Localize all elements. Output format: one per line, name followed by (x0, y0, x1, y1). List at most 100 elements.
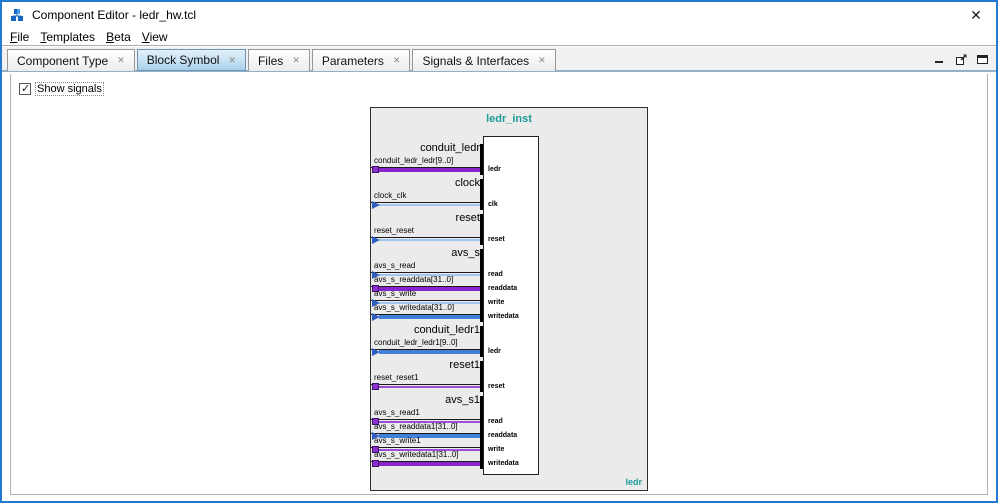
signal-underline (371, 272, 483, 273)
maximize-icon (976, 54, 988, 64)
input-arrow-icon (372, 201, 380, 209)
signal-wire-reset-reset1 (379, 386, 483, 388)
signal-label-avs-s-readdata1-31-0: avs_s_readdata1[31..0] (374, 422, 458, 431)
interface-port-bar (480, 396, 483, 469)
signal-label-avs-s-writedata1-31-0: avs_s_writedata1[31..0] (374, 450, 459, 459)
port-label-read: read (488, 271, 503, 278)
port-label-clk: clk (488, 201, 498, 208)
interface-heading-clock: clock (454, 177, 480, 189)
menu-item-file[interactable]: File (7, 29, 32, 45)
signal-label-avs-s-read: avs_s_read (374, 261, 416, 270)
tab-close-icon[interactable]: ✕ (228, 55, 236, 65)
signal-label-clock-clk: clock_clk (374, 191, 407, 200)
tab-signals-interfaces[interactable]: Signals & Interfaces ✕ (412, 49, 556, 71)
input-arrow-icon (372, 348, 380, 356)
signal-underline (371, 384, 483, 385)
title-bar: Component Editor - ledr_hw.tcl ✕ (2, 2, 996, 28)
signal-label-reset-reset1: reset_reset1 (374, 373, 419, 382)
port-label-write: write (488, 299, 505, 306)
interface-heading-avs-s1: avs_s1 (445, 394, 480, 406)
checkmark-icon: ✓ (21, 83, 31, 95)
float-window-button[interactable] (954, 52, 968, 66)
signal-underline (371, 300, 483, 301)
port-label-ledr: ledr (488, 166, 501, 173)
input-arrow-icon (372, 313, 380, 321)
output-arrow-icon (372, 166, 379, 173)
tab-label: Signals & Interfaces (422, 53, 530, 68)
show-signals-checkbox[interactable]: ✓ (19, 83, 31, 95)
interface-port-bar (480, 326, 483, 357)
port-label-ledr: ledr (488, 348, 501, 355)
interface-port-bar (480, 144, 483, 175)
tab-close-icon[interactable]: ✕ (292, 56, 300, 65)
minimize-icon (935, 61, 943, 63)
port-label-readdata: readdata (488, 285, 518, 292)
tab-label: Block Symbol (146, 53, 220, 67)
float-window-icon (955, 54, 966, 65)
menu-item-beta[interactable]: Beta (103, 29, 134, 45)
output-arrow-icon (372, 460, 379, 467)
signal-label-avs-s-write: avs_s_write (374, 289, 417, 298)
signal-wire-conduit-ledr-ledr-9-0 (379, 168, 483, 172)
input-arrow-icon (372, 236, 380, 244)
show-signals-control: ✓ Show signals (19, 82, 104, 96)
window-title: Component Editor - ledr_hw.tcl (32, 8, 197, 22)
interface-heading-conduit-ledr1: conduit_ledr1 (413, 324, 480, 336)
interface-heading-reset1: reset1 (449, 359, 480, 371)
port-label-writedata: writedata (488, 313, 519, 320)
signal-wire-reset-reset (379, 239, 483, 241)
menu-item-templates[interactable]: Templates (37, 29, 98, 45)
interface-heading-reset: reset (455, 212, 480, 224)
tab-strip: Component Type ✕ Block Symbol ✕ Files ✕ Parame… (2, 47, 996, 72)
interface-port-bar (480, 361, 483, 392)
menu-bar: File Templates Beta View (2, 28, 996, 46)
signal-wire-avs-s-writedata1-31-0 (379, 462, 483, 466)
tab-close-icon[interactable]: ✕ (117, 56, 125, 65)
signal-underline (371, 237, 483, 238)
show-signals-label[interactable]: Show signals (35, 82, 104, 96)
signal-wire-conduit-ledr-ledr1-9-0 (379, 350, 483, 354)
frame-controls (933, 52, 989, 66)
component-editor-app-icon (11, 9, 23, 21)
port-label-reset: reset (488, 236, 505, 243)
interface-heading-conduit-ledr: conduit_ledr (420, 142, 480, 154)
signal-underline (371, 202, 483, 203)
tab-list: Component Type ✕ Block Symbol ✕ Files ✕ Parame… (7, 49, 558, 72)
interface-heading-avs-s: avs_s (451, 247, 480, 259)
signal-label-avs-s-read1: avs_s_read1 (374, 408, 420, 417)
maximize-button[interactable] (975, 52, 989, 66)
signal-label-avs-s-readdata-31-0: avs_s_readdata[31..0] (374, 275, 454, 284)
component-editor-window: Component Editor - ledr_hw.tcl ✕ File Tem… (0, 0, 998, 503)
signal-label-conduit-ledr-ledr1-9-0: conduit_ledr_ledr1[9..0] (374, 338, 458, 347)
window-close-icon[interactable]: ✕ (966, 5, 986, 25)
interface-port-bar (480, 249, 483, 322)
port-label-reset: reset (488, 383, 505, 390)
tab-close-icon[interactable]: ✕ (393, 56, 401, 65)
tab-files[interactable]: Files ✕ (247, 49, 310, 71)
signal-underline (371, 419, 483, 420)
signal-label-conduit-ledr-ledr-9-0: conduit_ledr_ledr[9..0] (374, 156, 454, 165)
port-label-readdata: readdata (488, 432, 518, 439)
tab-close-icon[interactable]: ✕ (538, 56, 546, 65)
tab-component-type[interactable]: Component Type ✕ (7, 49, 135, 71)
tab-label: Files (257, 53, 284, 68)
signal-label-avs-s-writedata-31-0: avs_s_writedata[31..0] (374, 303, 455, 312)
interface-port-bar (480, 214, 483, 245)
signal-label-avs-s-write1: avs_s_write1 (374, 436, 421, 445)
tab-parameters[interactable]: Parameters ✕ (311, 49, 411, 71)
signal-label-reset-reset: reset_reset (374, 226, 415, 235)
instance-name-label: ledr_inst (486, 113, 532, 125)
component-type-label: ledr (625, 477, 642, 487)
interface-port-bar (480, 179, 483, 210)
tab-block-symbol[interactable]: Block Symbol ✕ (136, 49, 246, 71)
minimize-button[interactable] (933, 52, 947, 66)
port-label-read: read (488, 418, 503, 425)
tab-label: Component Type (17, 53, 109, 68)
port-label-write: write (488, 446, 505, 453)
menu-item-view[interactable]: View (139, 29, 171, 45)
output-arrow-icon (372, 383, 379, 390)
port-label-writedata: writedata (488, 460, 519, 467)
signal-underline (371, 447, 483, 448)
block-symbol-diagram: ledr_inst conduit_ledr conduit_ledr_ledr[… (370, 107, 648, 491)
tab-label: Parameters (321, 53, 384, 68)
